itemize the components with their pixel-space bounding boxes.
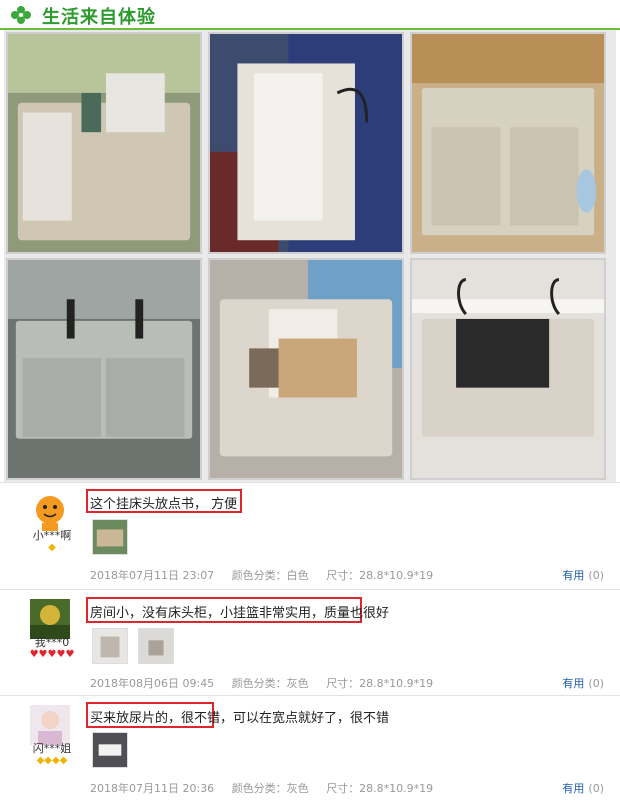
review-photo-thumbnail[interactable] — [92, 732, 128, 768]
review-comment: 这个挂床头放点书， 方便 — [90, 497, 238, 512]
gallery-photo-3[interactable] — [410, 32, 606, 254]
reviewer-name: 闪***姐 — [32, 742, 72, 755]
reviewer-level-icons: ◆◆◆◆ — [36, 755, 68, 766]
review-photo-thumbnail[interactable] — [92, 519, 128, 555]
helpful-button[interactable]: 有用 — [562, 677, 584, 690]
review-meta: 2018年08月06日 09:45 颜色分类：灰色 尺寸：28.8*10.9*1… — [90, 675, 447, 691]
helpful-count: (0) — [588, 782, 604, 795]
review-size: 尺寸：28.8*10.9*19 — [326, 782, 434, 795]
clover-icon — [11, 6, 31, 24]
helpful-button[interactable]: 有用 — [562, 569, 584, 582]
helpful-control[interactable]: 有用 (0) — [562, 780, 604, 796]
review-meta: 2018年07月11日 23:07 颜色分类：白色 尺寸：28.8*10.9*1… — [90, 567, 447, 583]
review-size: 尺寸：28.8*10.9*19 — [326, 677, 434, 690]
review-item-3: 闪***姐 ◆◆◆◆ 买来放尿片的，很不错，可以在宽点就好了，很不错 2018年… — [0, 695, 620, 805]
avatar[interactable] — [30, 599, 70, 639]
gallery-photo-2[interactable] — [208, 32, 404, 254]
review-comment: 房间小，没有床头柜，小挂篮非常实用，质量也很好 — [90, 606, 390, 621]
review-photo-thumbnail[interactable] — [138, 628, 174, 664]
review-color: 颜色分类：白色 — [231, 569, 309, 582]
review-meta: 2018年07月11日 20:36 颜色分类：灰色 尺寸：28.8*10.9*1… — [90, 780, 447, 796]
review-date: 2018年07月11日 23:07 — [90, 569, 215, 582]
reviewer-level-icons: ◆ — [48, 542, 56, 553]
avatar[interactable] — [30, 492, 70, 532]
reviewer-name: 我***0 — [34, 636, 70, 649]
gallery-photo-5[interactable] — [208, 258, 404, 480]
review-color: 颜色分类：灰色 — [231, 782, 309, 795]
review-date: 2018年08月06日 09:45 — [90, 677, 215, 690]
helpful-control[interactable]: 有用 (0) — [562, 675, 604, 691]
helpful-count: (0) — [588, 569, 604, 582]
review-color: 颜色分类：灰色 — [231, 677, 309, 690]
review-date: 2018年07月11日 20:36 — [90, 782, 215, 795]
review-item-2: 我***0 ♥♥♥♥♥ 房间小，没有床头柜，小挂篮非常实用，质量也很好 2018… — [0, 589, 620, 696]
helpful-button[interactable]: 有用 — [562, 782, 584, 795]
reviewer-level-icons: ♥♥♥♥♥ — [29, 649, 75, 660]
review-comment: 买来放尿片的，很不错，可以在宽点就好了，很不错 — [90, 711, 390, 726]
helpful-control[interactable]: 有用 (0) — [562, 567, 604, 583]
reviewer-name: 小***啊 — [32, 529, 72, 542]
gallery-photo-6[interactable] — [410, 258, 606, 480]
gallery-photo-1[interactable] — [6, 32, 202, 254]
section-header: 生活来自体验 — [0, 0, 620, 30]
review-size: 尺寸：28.8*10.9*19 — [326, 569, 434, 582]
review-item-1: 小***啊 ◆ 这个挂床头放点书， 方便 2018年07月11日 23:07 颜… — [0, 482, 620, 590]
gallery-photo-4[interactable] — [6, 258, 202, 480]
photo-gallery — [4, 30, 616, 482]
avatar[interactable] — [30, 705, 70, 745]
section-title: 生活来自体验 — [42, 7, 156, 28]
review-photo-thumbnail[interactable] — [92, 628, 128, 664]
helpful-count: (0) — [588, 677, 604, 690]
